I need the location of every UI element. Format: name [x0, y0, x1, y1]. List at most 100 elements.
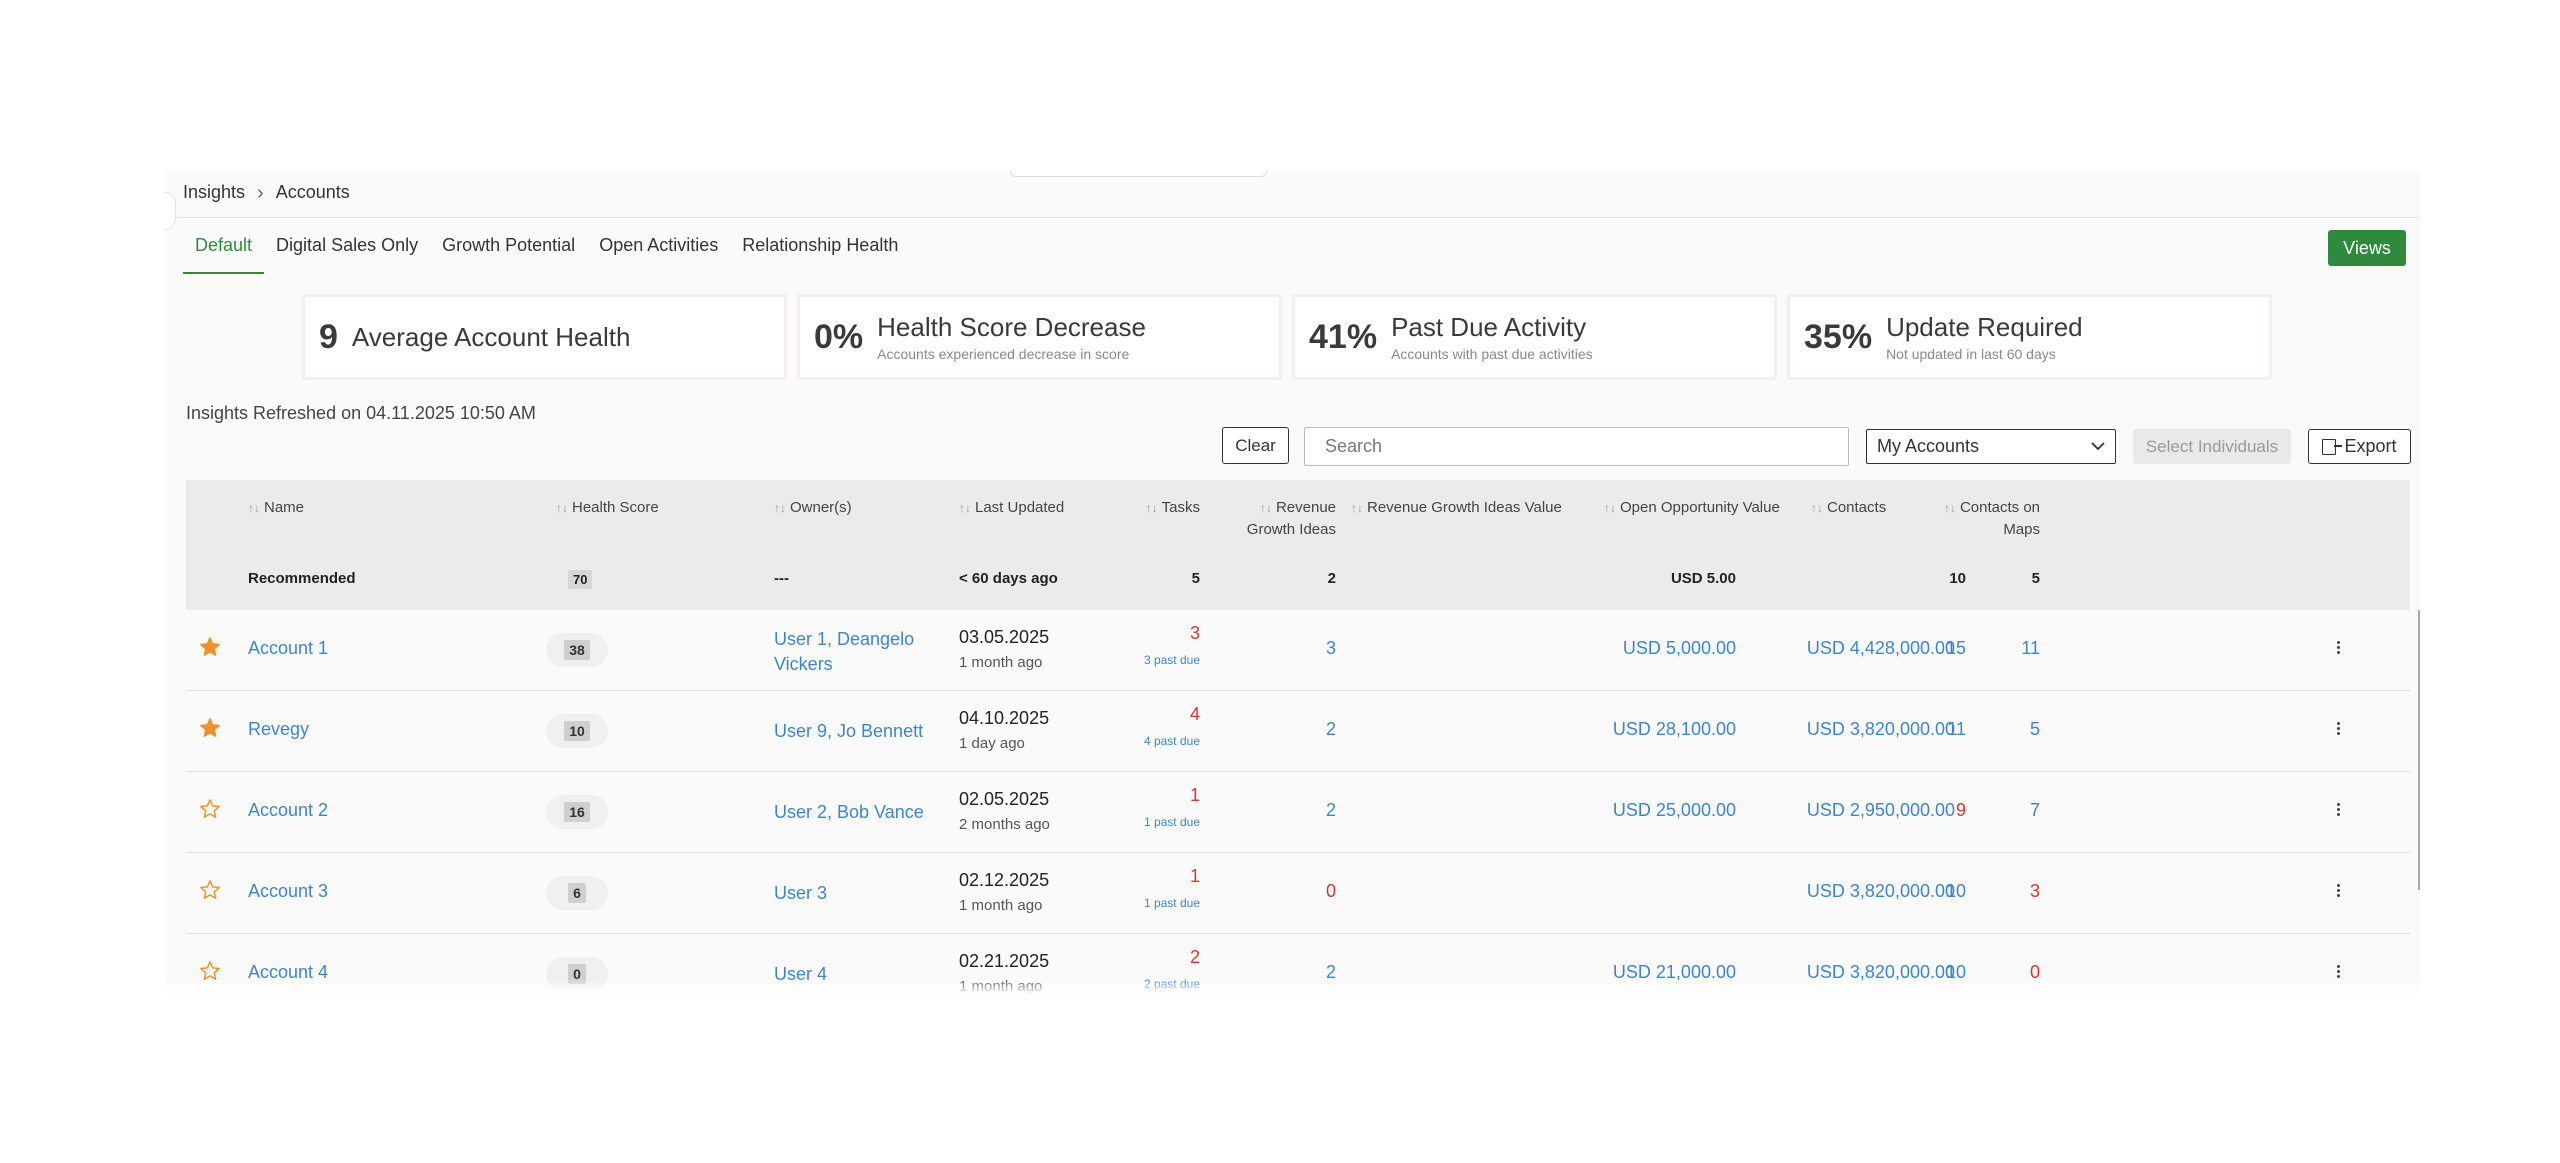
- tab-growth-potential[interactable]: Growth Potential: [430, 235, 587, 274]
- export-icon: [2322, 438, 2343, 455]
- chevron-right-icon: ›: [257, 181, 264, 204]
- contacts-count[interactable]: 15: [1886, 638, 1966, 659]
- recommended-contacts: 10: [1949, 570, 1966, 587]
- sort-icon: ↑↓: [1145, 501, 1158, 515]
- column-header-last-updated[interactable]: ↑↓ Last Updated: [959, 497, 1064, 519]
- vertical-scrollbar[interactable]: [2418, 610, 2420, 890]
- row-actions-menu-icon[interactable]: [2337, 884, 2341, 899]
- kpi-title: Average Account Health: [351, 321, 631, 352]
- column-header-open-opportunity-value[interactable]: ↑↓ Open Opportunity Value: [1604, 497, 1780, 519]
- last-updated-date: 02.05.2025: [959, 789, 1050, 809]
- column-header-owners[interactable]: ↑↓ Owner(s): [774, 497, 852, 519]
- tasks-cell[interactable]: 4 4 past due: [1136, 704, 1200, 748]
- last-updated-date: 02.12.2025: [959, 870, 1050, 890]
- kpi-card-past-due[interactable]: 41% Past Due Activity Accounts with past…: [1292, 294, 1777, 380]
- owners-link[interactable]: User 3: [774, 881, 934, 906]
- accounts-table: ↑↓ Name ↑↓ Health Score ↑↓ Owner(s) ↑↓ Last …: [186, 480, 2410, 995]
- contacts-on-maps-count[interactable]: 11: [1986, 638, 2040, 659]
- column-header-contacts[interactable]: ↑↓ Contacts: [1811, 497, 1886, 519]
- account-name-link[interactable]: Revegy: [248, 719, 309, 740]
- star-outline-icon[interactable]: [199, 879, 221, 901]
- sort-icon: ↑↓: [1259, 501, 1272, 515]
- star-outline-icon[interactable]: [199, 798, 221, 820]
- select-individuals-button[interactable]: Select Individuals: [2133, 429, 2291, 464]
- column-header-name[interactable]: ↑↓ Name: [248, 497, 304, 519]
- views-button[interactable]: Views: [2328, 230, 2406, 266]
- kpi-value: 35%: [1804, 317, 1873, 356]
- clear-button[interactable]: Clear: [1222, 427, 1289, 464]
- breadcrumb-insights[interactable]: Insights: [183, 182, 245, 203]
- insights-refreshed-text: Insights Refreshed on 04.11.2025 10:50 A…: [186, 403, 536, 423]
- kpi-card-average-health[interactable]: 9 Average Account Health: [302, 294, 787, 380]
- breadcrumb-accounts: Accounts: [275, 182, 350, 202]
- tasks-past-due[interactable]: 3 past due: [1136, 653, 1200, 667]
- tab-default[interactable]: Default: [183, 235, 265, 274]
- star-filled-icon[interactable]: [199, 717, 221, 739]
- export-button[interactable]: Export: [2308, 429, 2411, 464]
- tasks-count: 1: [1189, 866, 1200, 886]
- last-updated-cell: 03.05.2025 1 month ago: [959, 627, 1049, 671]
- recommended-last-updated: < 60 days ago: [959, 570, 1058, 587]
- search-input[interactable]: [1304, 427, 1849, 466]
- kpi-cards: 9 Average Account Health 0% Health Score…: [302, 294, 2272, 380]
- account-name-link[interactable]: Account 1: [248, 638, 328, 659]
- column-header-revenue-growth-ideas[interactable]: ↑↓ Revenue Growth Ideas: [1226, 497, 1336, 540]
- recommended-row: Recommended 70 --- < 60 days ago 5 2 USD…: [186, 570, 2410, 596]
- owners-link[interactable]: User 1, Deangelo Vickers: [774, 627, 934, 677]
- revenue-growth-ideas-value[interactable]: 0: [1236, 881, 1336, 902]
- chevron-down-icon: [2091, 438, 2105, 456]
- table-row[interactable]: Revegy 10 User 9, Jo Bennett 04.10.2025 1 da…: [186, 691, 2410, 772]
- row-actions-menu-icon[interactable]: [2337, 722, 2341, 737]
- export-label: Export: [2344, 436, 2397, 456]
- sort-icon: ↑↓: [556, 501, 568, 515]
- tab-relationship-health[interactable]: Relationship Health: [730, 235, 910, 274]
- tasks-past-due[interactable]: 1 past due: [1136, 896, 1200, 910]
- accounts-insights-panel: Insights › Accounts Default Digital Sale…: [165, 170, 2420, 995]
- column-header-health-score[interactable]: ↑↓ Health Score: [556, 497, 659, 519]
- table-row[interactable]: Account 3 6 User 3 02.12.2025 1 month ago 1 1 …: [186, 853, 2410, 934]
- contacts-on-maps-count[interactable]: 7: [1986, 800, 2040, 821]
- contacts-count[interactable]: 9: [1886, 800, 1966, 821]
- health-score-value: 16: [564, 802, 590, 822]
- bottom-fade: [165, 979, 2420, 995]
- contacts-on-maps-count[interactable]: 5: [1986, 719, 2040, 740]
- row-actions-menu-icon[interactable]: [2337, 965, 2341, 980]
- tasks-cell[interactable]: 1 1 past due: [1136, 785, 1200, 829]
- table-row[interactable]: Account 1 38 User 1, Deangelo Vickers 03.05…: [186, 610, 2410, 691]
- column-header-tasks[interactable]: ↑↓ Tasks: [1136, 497, 1200, 519]
- tab-digital-sales-only[interactable]: Digital Sales Only: [264, 235, 430, 274]
- contacts-count[interactable]: 11: [1886, 719, 1966, 740]
- tasks-past-due[interactable]: 4 past due: [1136, 734, 1200, 748]
- select-value: My Accounts: [1877, 436, 1980, 456]
- account-name-link[interactable]: Account 3: [248, 881, 328, 902]
- kpi-card-health-decrease[interactable]: 0% Health Score Decrease Accounts experi…: [797, 294, 1282, 380]
- column-header-revenue-growth-ideas-value[interactable]: ↑↓ Revenue Growth Ideas Value: [1351, 497, 1562, 519]
- kpi-title: Past Due Activity: [1391, 312, 1587, 342]
- kpi-subtitle: Not updated in last 60 days: [1886, 346, 2056, 362]
- row-actions-menu-icon[interactable]: [2337, 641, 2341, 656]
- table-row[interactable]: Account 2 16 User 2, Bob Vance 02.05.2025 2 …: [186, 772, 2410, 853]
- revenue-growth-ideas-value[interactable]: 3: [1236, 638, 1336, 659]
- account-name-link[interactable]: Account 2: [248, 800, 328, 821]
- tasks-count: 4: [1189, 704, 1200, 724]
- row-actions-menu-icon[interactable]: [2337, 803, 2341, 818]
- contacts-on-maps-count[interactable]: 3: [1986, 881, 2040, 902]
- owners-link[interactable]: User 2, Bob Vance: [774, 800, 934, 825]
- kpi-subtitle: Accounts with past due activities: [1391, 346, 1593, 362]
- recommended-revenue-growth-ideas-value: USD 5.00: [1670, 570, 1736, 587]
- owners-link[interactable]: User 9, Jo Bennett: [774, 719, 934, 744]
- revenue-growth-ideas-value[interactable]: 2: [1236, 719, 1336, 740]
- star-filled-icon[interactable]: [199, 636, 221, 658]
- column-header-contacts-on-maps[interactable]: ↑↓ Contacts on Maps: [1926, 497, 2040, 540]
- revenue-growth-ideas-value[interactable]: 2: [1236, 800, 1336, 821]
- sort-icon: ↑↓: [1943, 501, 1956, 515]
- accounts-filter-select[interactable]: My Accounts: [1866, 429, 2116, 464]
- contacts-count[interactable]: 10: [1886, 881, 1966, 902]
- tasks-past-due[interactable]: 1 past due: [1136, 815, 1200, 829]
- tasks-cell[interactable]: 3 3 past due: [1136, 623, 1200, 667]
- tasks-cell[interactable]: 1 1 past due: [1136, 866, 1200, 910]
- sort-icon: ↑↓: [248, 501, 260, 515]
- tab-open-activities[interactable]: Open Activities: [587, 235, 730, 274]
- kpi-card-update-required[interactable]: 35% Update Required Not updated in last …: [1787, 294, 2272, 380]
- sidebar-toggle[interactable]: [165, 192, 176, 230]
